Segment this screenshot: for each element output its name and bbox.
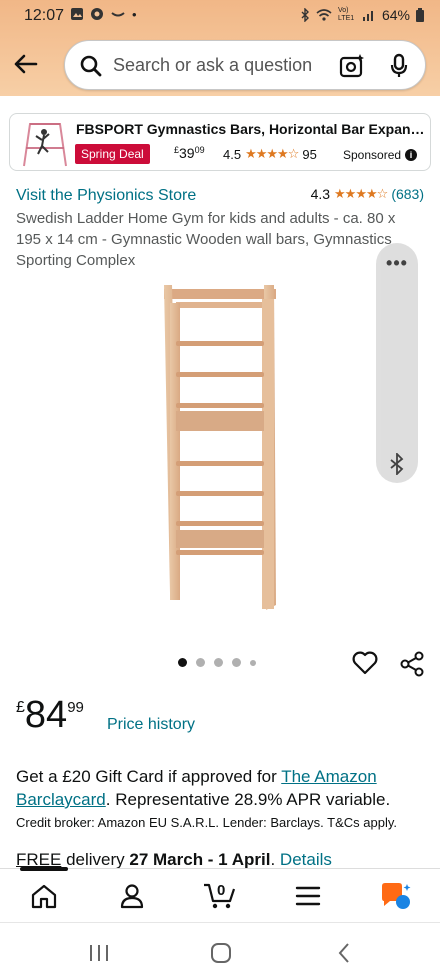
ad-star-icons: ★★★★☆ [245, 146, 299, 161]
chrome-icon [91, 8, 103, 20]
home-button-icon[interactable] [210, 942, 232, 964]
app-header: 12:07 • Vo) LTE1 64% Search or ask a que… [0, 0, 440, 96]
search-icon [80, 55, 102, 77]
carousel-dot[interactable] [232, 658, 241, 667]
network-label: Vo) LTE1 [337, 7, 355, 22]
signal-icon [362, 11, 373, 21]
visit-store-link[interactable]: Visit the Physionics Store [16, 187, 196, 205]
rufus-ai-icon[interactable] [379, 881, 413, 911]
cart-button[interactable]: 0 [202, 879, 238, 911]
ad-price: £39 09 [174, 145, 205, 161]
heart-icon[interactable] [351, 650, 379, 676]
bluetooth-icon [301, 8, 309, 22]
price-currency: £ [16, 699, 25, 716]
credit-broker-text: Credit broker: Amazon EU S.A.R.L. Lender… [16, 815, 398, 830]
system-navigation-bar [0, 922, 440, 978]
gallery-icon [71, 8, 83, 20]
search-placeholder[interactable]: Search or ask a question [113, 55, 312, 76]
product-rating-value: 4.3 [310, 186, 331, 202]
ad-rating: 4.5 ★★★★☆ 95 [223, 146, 317, 162]
product-image-swedish-ladder[interactable] [0, 275, 440, 620]
product-star-icons: ★★★★☆ [334, 186, 388, 201]
product-rating[interactable]: 4.3 ★★★★☆ (683) [311, 186, 424, 202]
status-time: 12:07 [24, 7, 65, 24]
carousel-dot[interactable] [196, 658, 205, 667]
product-price: £ 84 99 [16, 693, 84, 737]
price-history-link[interactable]: Price history [107, 716, 195, 734]
product-title: Swedish Ladder Home Gym for kids and adu… [16, 210, 396, 269]
menu-icon[interactable] [295, 883, 321, 909]
image-carousel-indicator [178, 658, 256, 667]
recent-apps-icon[interactable] [88, 943, 110, 963]
delivery-info: FREE delivery 27 March - 1 April. Detail… [16, 850, 332, 868]
spring-deal-badge: Spring Deal [75, 144, 150, 164]
ad-rating-count: 95 [302, 146, 317, 162]
ad-product-thumbnail [23, 123, 67, 167]
bottom-navigation: 0 [0, 867, 440, 922]
delivery-dates: 27 March - 1 April [129, 850, 271, 868]
bluetooth-icon[interactable] [387, 453, 407, 475]
sponsored-ad-banner[interactable]: FBSPORT Gymnastics Bars, Horizontal Bar … [9, 113, 431, 171]
floating-assistant-panel[interactable]: ••• [376, 243, 418, 483]
battery-icon [416, 8, 424, 22]
price-fraction: 99 [67, 699, 84, 716]
status-system-icons: Vo) LTE1 64% [300, 7, 424, 23]
status-notification-icons: • [70, 7, 137, 22]
home-icon[interactable] [30, 883, 58, 909]
camera-search-icon[interactable] [338, 52, 366, 80]
cart-count: 0 [217, 882, 226, 899]
share-icon[interactable] [399, 651, 425, 677]
back-arrow-icon[interactable] [10, 48, 42, 80]
wifi-icon [316, 9, 332, 21]
barclaycard-offer: Get a £20 Gift Card if approved for The … [16, 767, 391, 809]
carousel-dot[interactable] [178, 658, 187, 667]
free-delivery-label: FREE [16, 850, 62, 868]
delivery-details-link[interactable]: Details [280, 850, 332, 868]
status-bar: 12:07 • Vo) LTE1 64% [0, 0, 440, 34]
product-review-count[interactable]: (683) [391, 186, 424, 202]
amazon-smile-icon [111, 12, 125, 17]
info-icon[interactable]: i [405, 149, 418, 161]
account-icon[interactable] [118, 883, 146, 909]
more-options-icon[interactable]: ••• [376, 253, 418, 274]
carousel-dot[interactable] [250, 659, 256, 666]
microphone-icon[interactable] [387, 52, 411, 80]
sponsored-label[interactable]: Sponsored i [343, 148, 418, 162]
back-button-icon[interactable] [336, 942, 352, 964]
active-tab-indicator [20, 867, 68, 871]
ad-title[interactable]: FBSPORT Gymnastics Bars, Horizontal Bar … [76, 121, 426, 137]
carousel-dot[interactable] [214, 658, 223, 667]
search-bar[interactable]: Search or ask a question [64, 40, 426, 90]
battery-percent: 64% [381, 7, 410, 23]
price-whole: 84 [24, 694, 68, 736]
notification-dot: • [132, 7, 137, 22]
ad-rating-value: 4.5 [223, 146, 242, 162]
